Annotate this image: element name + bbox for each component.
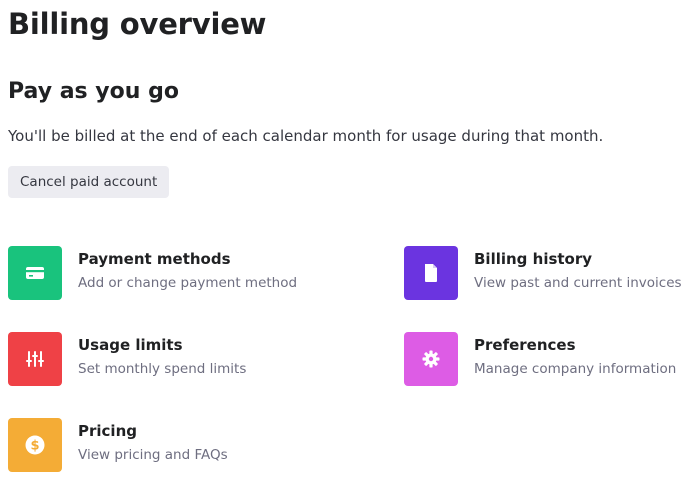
payment-methods-title: Payment methods [78, 250, 231, 268]
pricing-icon-box: $ [8, 418, 62, 472]
preferences-title: Preferences [474, 336, 576, 354]
payment-methods-subtitle: Add or change payment method [78, 275, 298, 291]
billing-history-card[interactable]: Billing history View past and current in… [404, 246, 688, 302]
billing-history-icon-box [404, 246, 458, 300]
payment-methods-card[interactable]: Payment methods Add or change payment me… [8, 246, 298, 302]
document-icon [425, 264, 437, 282]
page-title: Billing overview [8, 7, 267, 41]
usage-limits-title: Usage limits [78, 336, 183, 354]
plan-description: You'll be billed at the end of each cale… [8, 127, 604, 145]
usage-limits-icon-box [8, 332, 62, 386]
preferences-card[interactable]: Preferences Manage company information [404, 332, 688, 388]
usage-limits-card[interactable]: Usage limits Set monthly spend limits [8, 332, 298, 388]
pricing-card[interactable]: $ Pricing View pricing and FAQs [8, 418, 298, 474]
usage-limits-subtitle: Set monthly spend limits [78, 361, 247, 377]
cancel-paid-account-button[interactable]: Cancel paid account [8, 166, 170, 198]
billing-history-title: Billing history [474, 250, 593, 268]
sliders-icon [26, 351, 44, 367]
credit-card-icon [26, 267, 44, 279]
pricing-title: Pricing [78, 422, 137, 440]
plan-title: Pay as you go [8, 79, 179, 104]
payment-methods-icon-box [8, 246, 62, 300]
billing-history-subtitle: View past and current invoices [474, 275, 682, 291]
dollar-coin-icon: $ [25, 435, 45, 455]
gear-icon [422, 350, 440, 368]
preferences-icon-box [404, 332, 458, 386]
svg-text:$: $ [30, 439, 39, 454]
preferences-subtitle: Manage company information [474, 361, 677, 377]
pricing-subtitle: View pricing and FAQs [78, 447, 228, 463]
